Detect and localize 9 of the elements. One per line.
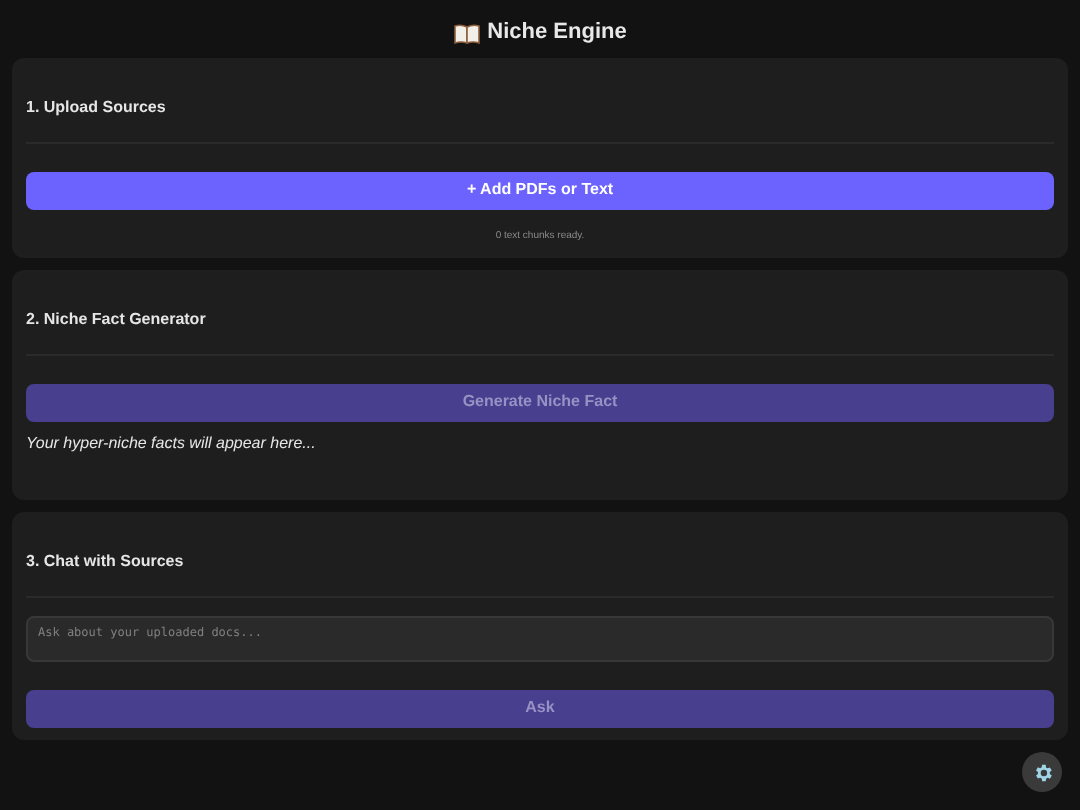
section-heading: 2. Niche Fact Generator bbox=[26, 310, 206, 328]
book-icon bbox=[453, 23, 480, 43]
section-heading: 1. Upload Sources bbox=[26, 98, 166, 116]
app-title: Niche Engine bbox=[487, 18, 627, 49]
settings-icon bbox=[1031, 761, 1053, 783]
settings-button[interactable] bbox=[1022, 752, 1062, 792]
action-button[interactable]: + Add PDFs or Text bbox=[26, 171, 1054, 209]
section-heading: 3. Chat with Sources bbox=[26, 552, 184, 570]
fact-output: Your hyper-niche facts will appear here... bbox=[26, 432, 318, 456]
